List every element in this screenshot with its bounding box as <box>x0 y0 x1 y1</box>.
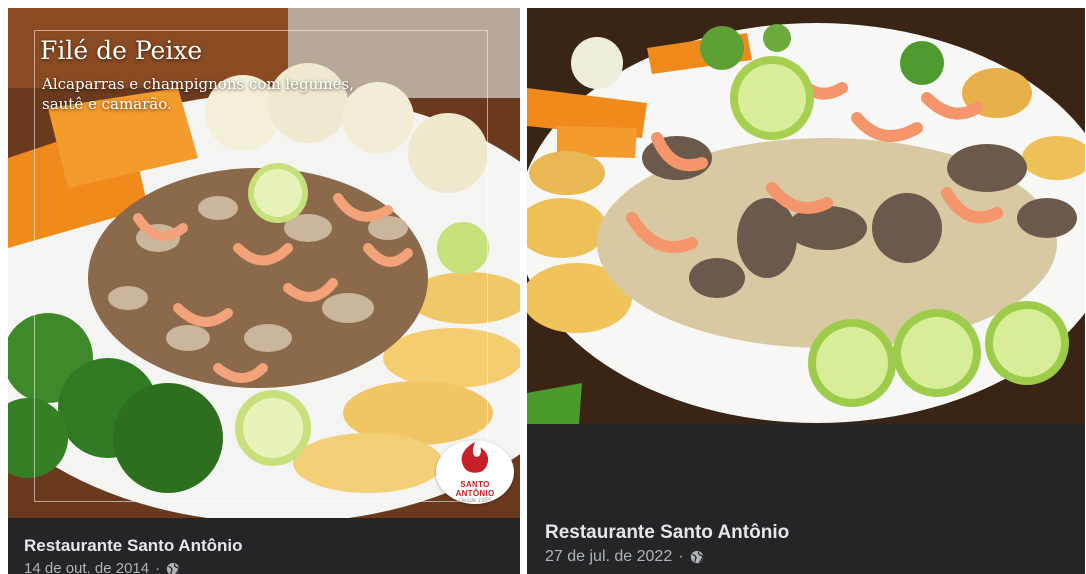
logo-since: Desde 1955 <box>458 498 492 504</box>
meta-separator: · <box>155 560 161 574</box>
logo-line-2: ANTÔNIO <box>455 489 495 498</box>
restaurant-logo: SANTO ANTÔNIO Desde 1955 <box>436 440 514 504</box>
post-footer-1: Restaurante Santo Antônio 14 de out. de … <box>8 518 520 574</box>
post-date[interactable]: 14 de out. de 2014 <box>24 560 149 574</box>
globe-icon[interactable] <box>166 562 180 574</box>
globe-icon[interactable] <box>690 550 704 564</box>
post-card-1[interactable]: Filé de Peixe Alcaparras e champignons c… <box>8 8 520 574</box>
food-photo-shrimp-platter <box>527 8 1085 424</box>
flame-logo-icon <box>461 441 489 473</box>
page-name-link[interactable]: Restaurante Santo Antônio <box>545 522 789 544</box>
post-card-2[interactable]: Restaurante Santo Antônio 27 de jul. de … <box>527 8 1085 574</box>
logo-line-1: SANTO <box>460 480 490 489</box>
post-meta: 14 de out. de 2014 · <box>24 560 180 574</box>
page-name-link[interactable]: Restaurante Santo Antônio <box>24 536 243 556</box>
photo-subtitle: Alcaparras e champignons com legumes, sa… <box>42 75 354 113</box>
post-photo-1[interactable]: Filé de Peixe Alcaparras e champignons c… <box>8 8 520 518</box>
meta-separator: · <box>678 548 684 565</box>
photo-title: Filé de Peixe <box>40 36 203 65</box>
post-footer-2: Restaurante Santo Antônio 27 de jul. de … <box>527 424 1085 574</box>
post-meta: 27 de jul. de 2022 · <box>545 548 704 566</box>
post-date[interactable]: 27 de jul. de 2022 <box>545 548 672 566</box>
post-photo-2[interactable] <box>527 8 1085 424</box>
